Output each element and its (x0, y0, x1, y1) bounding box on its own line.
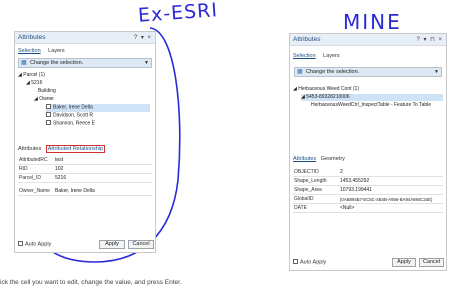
apply-button[interactable]: Apply (392, 258, 416, 267)
selection-icon: ▦ (21, 60, 27, 66)
dropdown-label: Change the selection. (30, 60, 84, 66)
record-checkbox[interactable] (46, 112, 51, 117)
attribute-grid: AttributedRC test RID 102 Parcel_ID 5216… (18, 156, 152, 196)
selection-icon: ▦ (297, 69, 303, 75)
selection-dropdown[interactable]: ▦ Change the selection. ▼ (294, 67, 442, 77)
tab-attributed-relationship[interactable]: Attributed Relationship (45, 145, 106, 153)
attributes-pane-mine: Attributes ? ▾ ⊓ × Selection Layers ▦ Ch… (289, 33, 447, 271)
auto-apply-checkbox[interactable] (293, 259, 298, 264)
pane-title: Attributes (18, 34, 46, 41)
table-row[interactable]: AttributedRC test (18, 156, 152, 165)
cancel-button[interactable]: Cancel (128, 240, 154, 249)
tab-layers[interactable]: Layers (323, 53, 340, 59)
auto-apply-toggle[interactable]: Auto Apply (293, 259, 326, 267)
bottom-tabs: Attributes Geometry (293, 155, 348, 163)
pane-window-controls[interactable]: ? ▾ × (134, 33, 152, 43)
record-checkbox[interactable] (46, 104, 51, 109)
table-row[interactable]: Parcel_ID 5216 (18, 174, 152, 183)
pane-footer: Auto Apply Apply Cancel (15, 238, 155, 252)
table-row[interactable]: Shape_Length 1453.455292 (293, 177, 443, 186)
pane-footer: Auto Apply Apply Cancel (290, 256, 446, 270)
table-row[interactable]: DATE <Null> (293, 204, 443, 213)
annotation-mine: MINE (343, 10, 402, 34)
table-row[interactable]: Shape_Area 10793.199441 (293, 186, 443, 195)
tab-attributes[interactable]: Attributes (293, 156, 316, 162)
tab-selection[interactable]: Selection (293, 53, 316, 59)
table-row[interactable]: Owner_Name Baker, Irene Della (18, 187, 152, 196)
title-bar: Attributes ? ▾ ⊓ × (290, 34, 446, 46)
instruction-caption: ick the cell you want to edit, change th… (0, 279, 182, 286)
title-bar: Attributes ? ▾ × (15, 32, 155, 44)
tree-item-owner-1[interactable]: Baker, Irene Della (46, 104, 150, 112)
table-row[interactable]: GlobalID {0AB894B7-EC5C-4B4B-A956-BA94A8… (293, 195, 443, 204)
tree-item-related-table[interactable]: HerbaceousWeedCtrl_InspectTable - Featur… (311, 102, 431, 109)
auto-apply-toggle[interactable]: Auto Apply (18, 241, 51, 249)
record-checkbox[interactable] (46, 120, 51, 125)
table-row[interactable]: OBJECTID 2 (293, 168, 443, 177)
attributes-pane-esri: Attributes ? ▾ × Selection Layers ▦ Chan… (14, 31, 156, 253)
tab-geometry[interactable]: Geometry (321, 156, 345, 162)
cancel-button[interactable]: Cancel (419, 258, 444, 267)
tree-item-record[interactable]: ◢ 5453-89328210006 (301, 94, 443, 101)
tree-item-5216[interactable]: ◢ 5216 (26, 80, 42, 87)
tab-attributes[interactable]: Attributes (18, 146, 41, 152)
tab-selection[interactable]: Selection (18, 48, 41, 54)
chevron-down-icon: ▼ (144, 60, 149, 66)
top-tabs: Selection Layers (293, 52, 346, 60)
auto-apply-checkbox[interactable] (18, 241, 23, 246)
pane-window-controls[interactable]: ? ▾ ⊓ × (416, 35, 443, 45)
annotation-ex-esri: Ex-ESRI (137, 0, 219, 27)
tree-item-building[interactable]: Building (38, 88, 56, 95)
tree-item-parcel[interactable]: ◢ Parcel (1) (18, 72, 45, 79)
bottom-tabs: Attributes Attributed Relationship (18, 145, 108, 153)
selection-dropdown[interactable]: ▦ Change the selection. ▼ (18, 58, 152, 68)
attribute-grid: OBJECTID 2 Shape_Length 1453.455292 Shap… (293, 168, 443, 213)
tree-item-owner-3[interactable]: Shannon, Reece E (46, 120, 95, 128)
tree-item-herbaceous[interactable]: ◢ Herbaceous Weed Cont (1) (293, 86, 359, 93)
top-tabs: Selection Layers (18, 47, 71, 55)
dropdown-label: Change the selection. (306, 69, 360, 75)
table-row[interactable]: RID 102 (18, 165, 152, 174)
tree-item-owner[interactable]: ◢ Owner (34, 96, 54, 103)
tab-layers[interactable]: Layers (48, 48, 65, 54)
apply-button[interactable]: Apply (99, 240, 125, 249)
tree-item-owner-2[interactable]: Davidson, Scott R (46, 112, 93, 120)
chevron-down-icon: ▼ (434, 69, 439, 75)
pane-title: Attributes (293, 36, 321, 43)
